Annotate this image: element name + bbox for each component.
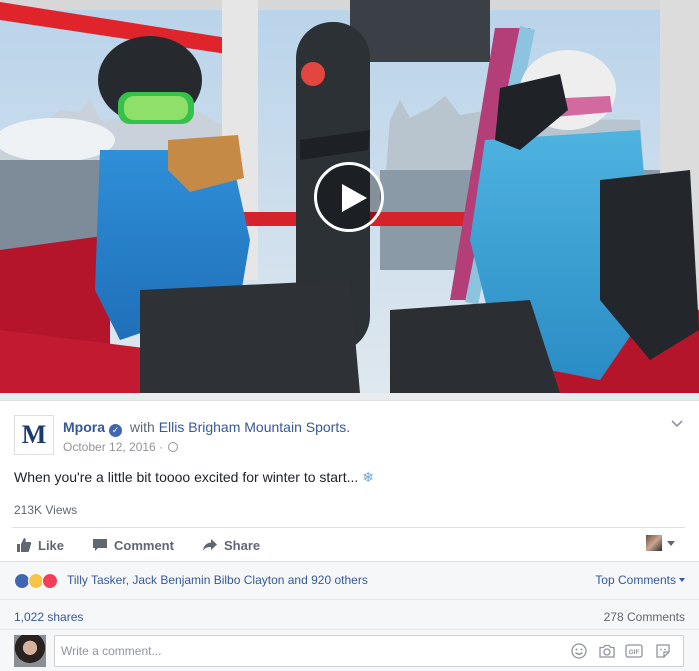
video-player[interactable] (0, 0, 699, 393)
avatar (646, 535, 662, 551)
post-card: M Mpora ✓ with Ellis Brigham Mountain Spo… (0, 400, 699, 671)
tagged-page-link[interactable]: Ellis Brigham Mountain Sports. (159, 419, 350, 435)
caret-down-icon (667, 540, 675, 546)
comments-count[interactable]: 278 Comments (604, 610, 685, 624)
comment-composer: GIF (0, 629, 699, 671)
reaction-names[interactable]: Tilly Tasker, Jack Benjamin Bilbo Clayto… (67, 573, 368, 587)
avatar (14, 635, 46, 667)
post-text: When you're a little bit toooo excited f… (14, 469, 359, 485)
comment-box: GIF (54, 635, 684, 667)
emoji-icon[interactable] (571, 643, 587, 659)
shares-count[interactable]: 1,022 shares (14, 610, 83, 624)
page-logo-letter: M (21, 420, 47, 449)
camera-icon[interactable] (599, 643, 615, 659)
sticker-icon[interactable] (655, 643, 671, 659)
engagement-stats: 1,022 shares 278 Comments (0, 599, 699, 629)
like-button[interactable]: Like (16, 534, 64, 556)
globe-icon (168, 442, 179, 452)
share-icon (203, 539, 217, 551)
post-meta: October 12, 2016 · (63, 440, 179, 454)
view-count: 213K Views (14, 503, 78, 517)
with-label: with (129, 419, 155, 435)
comment-icon (93, 539, 107, 551)
caret-down-icon (679, 578, 685, 582)
reactions-bar: Tilly Tasker, Jack Benjamin Bilbo Clayto… (0, 561, 699, 599)
love-reaction-icon (42, 573, 58, 589)
comment-input[interactable] (61, 636, 561, 666)
svg-text:GIF: GIF (629, 649, 640, 656)
action-bar: Like Comment Share (12, 527, 685, 561)
page-name-link[interactable]: Mpora (63, 419, 105, 435)
comment-sort-label: Top Comments (595, 573, 676, 587)
play-button[interactable] (314, 162, 384, 232)
post-message: When you're a little bit toooo excited f… (14, 469, 374, 486)
share-label: Share (224, 537, 261, 553)
chevron-down-icon[interactable] (670, 417, 684, 431)
like-icon (17, 538, 32, 552)
post-date[interactable]: October 12, 2016 (63, 440, 156, 454)
verified-icon: ✓ (109, 424, 122, 437)
gif-icon[interactable]: GIF (625, 643, 643, 659)
post-author-line: Mpora ✓ with Ellis Brigham Mountain Sport… (63, 419, 350, 437)
meta-separator: · (159, 440, 164, 454)
post-header: M Mpora ✓ with Ellis Brigham Mountain Spo… (14, 415, 684, 459)
share-button[interactable]: Share (202, 534, 260, 556)
comment-button[interactable]: Comment (92, 534, 174, 556)
page-avatar[interactable]: M (14, 415, 54, 455)
snowflake-emoji: ❄ (362, 469, 375, 485)
play-icon (342, 184, 367, 212)
comment-label: Comment (114, 537, 174, 553)
post-as-selector[interactable] (646, 535, 675, 551)
reaction-icons[interactable] (14, 573, 64, 589)
like-label: Like (38, 537, 65, 553)
comment-sort-dropdown[interactable]: Top Comments (595, 573, 685, 587)
